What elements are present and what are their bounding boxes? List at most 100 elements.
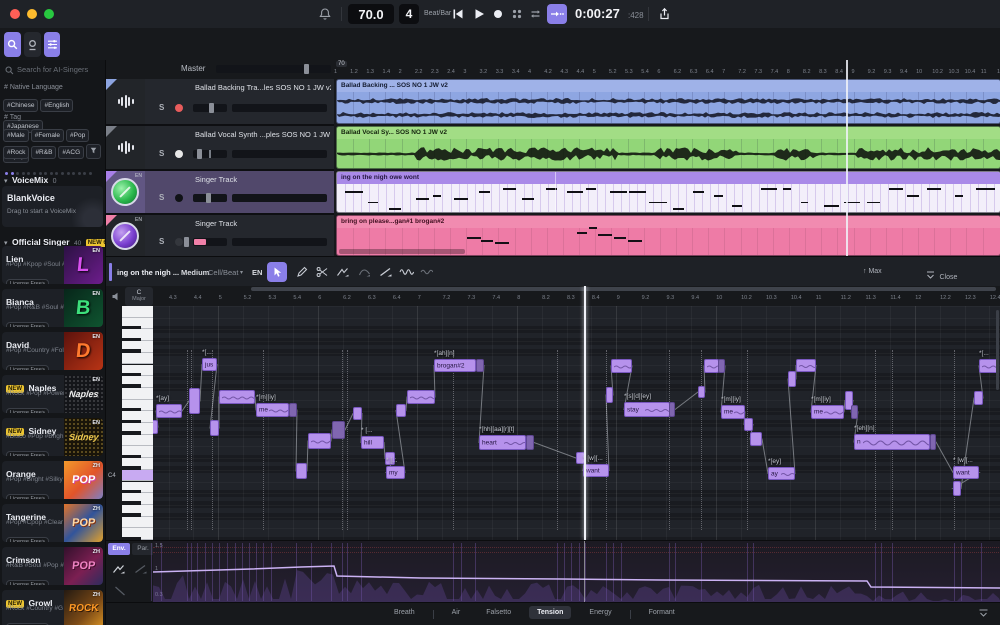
pagination-dot[interactable] [67,172,70,175]
record-arm-dot[interactable] [175,104,183,112]
note[interactable] [476,359,484,372]
note[interactable]: stay [624,402,670,417]
note[interactable]: n [854,434,930,450]
pencil-tool-icon[interactable] [296,266,308,278]
tag-filter-chip[interactable]: #Rock [3,146,29,159]
env-line-tool-icon[interactable] [114,585,126,597]
vibrato-tool-icon[interactable] [399,266,414,278]
anchor-curve-tool-icon[interactable] [358,266,371,278]
note[interactable] [153,420,158,434]
note[interactable] [396,404,406,417]
note[interactable]: brogan#2 [434,359,476,372]
envelope-graph[interactable]: 1.510.3 [153,541,1000,603]
lyric-language-button[interactable]: EN [252,268,262,277]
singer-card-naples[interactable]: NEW Naples#Rock #Pop #PowerLicense Free>… [2,375,103,413]
piano-roll-h-scrollbar[interactable] [251,287,996,291]
note[interactable]: jus [202,358,217,371]
note[interactable] [353,407,362,420]
solo-button[interactable]: S [159,193,164,202]
note[interactable]: my [386,466,405,479]
param-tab-breath[interactable]: Breath [386,606,423,619]
piano-key-F4[interactable] [122,435,153,447]
beats-per-bar-display[interactable]: 4 [399,4,419,24]
param-tab-tension[interactable]: Tension [529,606,571,619]
note[interactable] [796,359,816,372]
note[interactable] [210,420,219,436]
note[interactable] [219,390,255,404]
select-tool-button[interactable] [267,262,287,282]
clip-0[interactable]: Ballad Backing ... SOS NO 1 JW v2 [336,79,1000,124]
volume-handle[interactable] [184,237,189,247]
master-volume-slider[interactable] [216,65,331,73]
record-arm-dot[interactable] [175,238,183,246]
note[interactable] [611,359,632,373]
note[interactable] [704,359,719,373]
note[interactable] [930,434,936,450]
note[interactable] [750,432,762,446]
traffic-light-zoom-button[interactable] [44,9,54,19]
singer-library-button[interactable] [4,32,21,57]
note[interactable] [744,418,753,431]
pagination-dot[interactable] [61,172,64,175]
line-curve-tool-icon[interactable] [336,266,349,278]
singer-card-crimson[interactable]: Crimson#R&B #Soul #Pop #VLicense Free>PO… [2,547,103,585]
note[interactable] [308,433,331,449]
traffic-light-minimize-button[interactable] [27,9,37,19]
note-grid[interactable]: *[ay]jus*[...me*[m][iy]hill* [...my* [..… [153,306,1000,540]
note[interactable] [289,403,297,417]
record-button[interactable] [492,8,504,20]
singer-card-bianca[interactable]: Bianca#Pop #R&B #Soul #CLicense Free>BEN [2,289,103,327]
singer-card-david[interactable]: David#Pop #Country #FolLicense Free>DEN [2,332,103,370]
note[interactable]: want [583,464,609,477]
quantize-primary[interactable]: Medium [181,268,209,277]
record-mode-button[interactable] [24,32,41,57]
scissors-tool-icon[interactable] [316,266,329,278]
editing-clip-name[interactable]: ing on the nigh ... [117,268,179,277]
volume-slider[interactable] [232,150,327,158]
record-arm-dot[interactable] [175,194,183,202]
pagination-dot[interactable] [89,172,92,175]
solo-button[interactable]: S [159,103,164,112]
record-arm-dot[interactable] [175,150,183,158]
tag-filter-chip[interactable]: #R&B [31,146,56,159]
singer-card-sidney[interactable]: NEW Sidney#Disco #Pop #BrighLicense Free… [2,418,103,456]
piano-key-F5[interactable] [122,353,153,365]
quantize-caret-icon[interactable]: ▾ [240,269,243,276]
skip-to-start-button[interactable] [452,8,464,20]
pagination-dot[interactable] [72,172,75,175]
track-h-scrollbar[interactable] [339,249,465,254]
play-button[interactable] [473,8,485,20]
notification-bell-icon[interactable] [318,7,332,21]
note[interactable]: hill [361,436,384,449]
loop-button[interactable] [529,8,542,20]
envelope-tab[interactable]: Env. [108,543,130,555]
note[interactable] [189,388,200,414]
param-tab-air[interactable]: Air [444,606,469,619]
track-header[interactable]: Singer TrackS [145,171,334,215]
singer-card-growl[interactable]: NEW Growl#Rock #Country #GLicense Free>R… [2,590,103,625]
param-tab-energy[interactable]: Energy [581,606,619,619]
volume-slider[interactable] [232,238,327,246]
mixer-settings-button[interactable] [44,32,60,57]
track-icon-cell[interactable] [106,126,145,171]
note[interactable]: want [953,466,979,479]
note[interactable] [974,391,983,405]
note[interactable] [407,390,435,404]
note[interactable]: me [256,403,289,417]
solo-button[interactable]: S [159,149,164,158]
note[interactable]: ay [768,467,795,480]
piano-key-C6[interactable] [122,306,153,318]
singer-card-lien[interactable]: Lien#Pop #Kpop #Soul #SLicense Free>LEN [2,246,103,284]
param-tab-formant[interactable]: Formant [641,606,683,619]
pan-slider[interactable] [193,238,227,246]
env-draw-tool-icon[interactable] [112,563,125,575]
singer-card-tangerine[interactable]: Tangerine#Pop #Cpop #ClearLicense Free>P… [2,504,103,542]
piano-key-F3[interactable] [122,517,153,529]
note[interactable] [698,386,705,398]
language-filter-chip[interactable]: #English [40,99,73,112]
solo-button[interactable]: S [159,237,164,246]
track-header[interactable]: Singer TrackS [145,215,334,258]
note[interactable] [953,481,961,496]
singer-card-orange[interactable]: Orange#Pop #Bright #SilkyLicense Free>PO… [2,461,103,499]
note[interactable] [606,387,613,403]
